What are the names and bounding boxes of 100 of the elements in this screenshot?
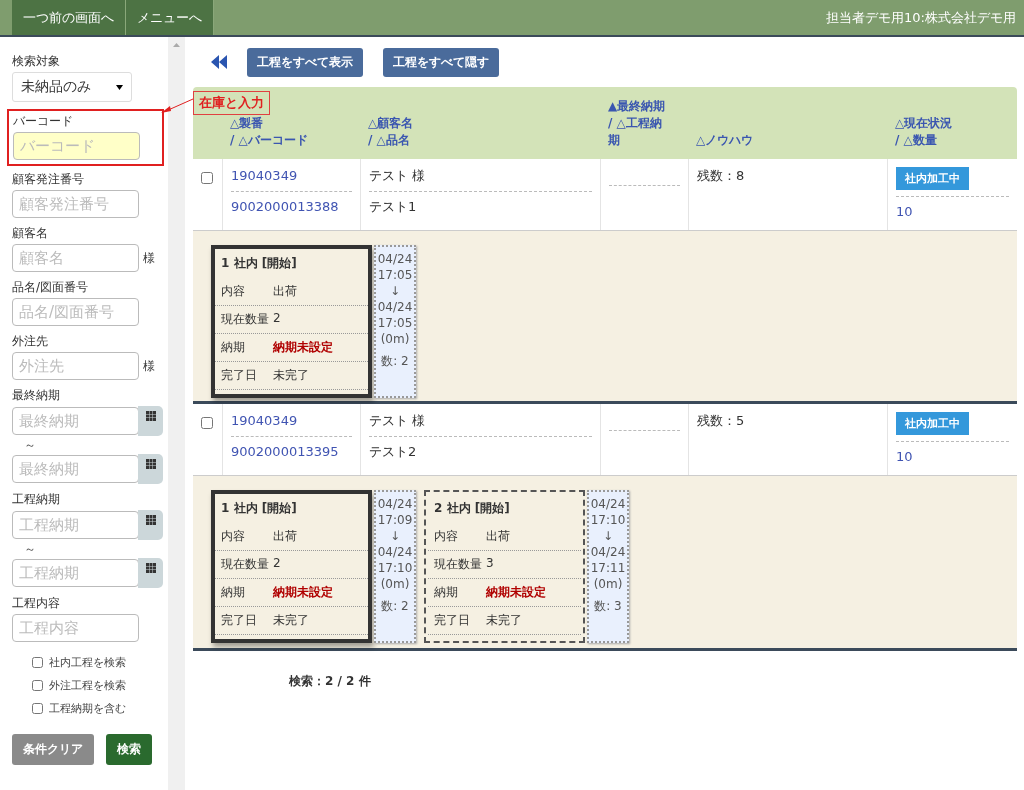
time-text: 17:10 (589, 512, 627, 528)
checkbox[interactable] (32, 657, 43, 668)
user-name: 担当者デモ用10:株式会社デモ用 (826, 8, 1017, 27)
process-value: 2 (273, 556, 281, 572)
process-label: 内容 (221, 283, 246, 300)
toolbar-button[interactable]: 工程をすべて隠す (383, 47, 499, 77)
arrow-text: ↓ (388, 283, 402, 299)
input-field[interactable]: バーコード (13, 132, 140, 160)
nav-button[interactable]: メニューへ (126, 0, 214, 35)
process-label: 納期 (221, 584, 246, 601)
product-name: テスト2 (369, 443, 418, 461)
field-label: 最終納期 (12, 387, 61, 403)
time-text: 17:05 (376, 267, 414, 283)
process-value: 出荷 (486, 528, 510, 545)
customer-name: テスト 様 (369, 167, 427, 185)
process-value: 未完了 (273, 367, 309, 384)
row-checkbox[interactable] (201, 417, 213, 429)
arrow-text: ↓ (601, 528, 615, 544)
suffix-text: 様 (143, 357, 155, 375)
process-label: 完了日 (221, 367, 258, 384)
field-label: 品名/図面番号 (12, 279, 90, 295)
process-title: 1 社内 [開始] (220, 500, 298, 517)
date-field[interactable]: 工程納期 (12, 511, 139, 539)
input-field[interactable]: 外注先 (12, 352, 139, 380)
time-text: 17:10 (376, 560, 414, 576)
time-text: 17:11 (589, 560, 627, 576)
field-label: 外注先 (12, 333, 49, 349)
column-header[interactable]: △現在状況 / △数量 (887, 115, 1017, 159)
process-value: 3 (486, 556, 494, 572)
count-text: 数: 2 (380, 598, 410, 614)
process-value: 未完了 (486, 612, 522, 629)
process-title: 1 社内 [開始] (220, 255, 298, 272)
knowhow-text: 残数：5 (697, 412, 746, 430)
column-header[interactable]: △ノウハウ (688, 132, 887, 159)
nav-button[interactable]: 一つ前の画面へ (12, 0, 126, 35)
process-value: 出荷 (273, 283, 297, 300)
input-field[interactable]: 工程内容 (12, 614, 139, 642)
calendar-button[interactable] (138, 510, 163, 540)
toolbar-button[interactable]: 工程をすべて表示 (247, 47, 363, 77)
barcode-link[interactable]: 9002000013388 (231, 198, 352, 216)
process-label: 完了日 (434, 612, 471, 629)
duration-text: (0m) (379, 331, 411, 347)
process-label: 現在数量 (221, 311, 270, 328)
field-label: 検索対象 (12, 53, 61, 69)
suffix-text: 様 (143, 249, 155, 267)
checkbox[interactable] (32, 703, 43, 714)
checkbox-label: 工程納期を含む (49, 701, 126, 716)
collapse-icon[interactable] (211, 55, 227, 69)
order-number-link[interactable]: 19040349 (231, 412, 352, 430)
scrollbar[interactable] (168, 37, 185, 790)
order-number-link[interactable]: 19040349 (231, 167, 352, 185)
checkbox[interactable] (32, 680, 43, 691)
row-checkbox[interactable] (201, 172, 213, 184)
caret-icon (116, 84, 123, 90)
field-label: 工程内容 (12, 595, 61, 611)
calendar-icon (145, 515, 156, 525)
time-text: 17:05 (376, 315, 414, 331)
process-value: 未完了 (273, 612, 309, 629)
input-field[interactable]: 顧客名 (12, 244, 139, 272)
process-label: 完了日 (221, 612, 258, 629)
calendar-icon (145, 411, 156, 421)
calendar-button[interactable] (138, 558, 163, 588)
annotation-callout: 在庫と入力 (193, 91, 270, 115)
quantity-text: 10 (896, 448, 914, 466)
column-header[interactable]: ▲最終納期 / △工程納 期 (600, 98, 688, 159)
calendar-icon (145, 459, 156, 469)
calendar-button[interactable] (138, 406, 163, 436)
product-name: テスト1 (369, 198, 418, 216)
checkbox-label: 社内工程を検索 (49, 655, 126, 670)
barcode-link[interactable]: 9002000013395 (231, 443, 352, 461)
time-text: 04/24 (376, 299, 414, 315)
process-value: 出荷 (273, 528, 297, 545)
range-separator: ～ (23, 437, 37, 454)
status-badge: 社内加工中 (896, 412, 969, 435)
date-field[interactable]: 最終納期 (12, 455, 139, 483)
search-button[interactable]: 検索 (106, 734, 152, 765)
process-label: 現在数量 (221, 556, 270, 573)
count-text: 数: 3 (593, 598, 623, 614)
quantity-text: 10 (896, 203, 914, 221)
search-button[interactable]: 条件クリア (12, 734, 94, 765)
date-field[interactable]: 工程納期 (12, 559, 139, 587)
process-value: 2 (273, 311, 281, 327)
field-label: バーコード (13, 113, 74, 129)
input-field[interactable]: 品名/図面番号 (12, 298, 139, 326)
column-header[interactable]: △顧客名 / △品名 (360, 115, 600, 159)
column-header[interactable]: △製番 / △バーコード (222, 115, 360, 159)
dropdown-select[interactable]: 未納品のみ (12, 72, 132, 102)
time-text: 04/24 (376, 251, 414, 267)
calendar-icon (145, 563, 156, 573)
date-field[interactable]: 最終納期 (12, 407, 139, 435)
process-value: 納期未設定 (273, 339, 333, 356)
process-title: 2 社内 [開始] (433, 500, 511, 517)
process-value: 納期未設定 (486, 584, 546, 601)
result-count: 検索：2 / 2 件 (288, 673, 372, 690)
knowhow-text: 残数：8 (697, 167, 746, 185)
process-label: 内容 (221, 528, 246, 545)
calendar-button[interactable] (138, 454, 163, 484)
input-field[interactable]: 顧客発注番号 (12, 190, 139, 218)
time-text: 04/24 (376, 544, 414, 560)
field-label: 顧客発注番号 (12, 171, 85, 187)
